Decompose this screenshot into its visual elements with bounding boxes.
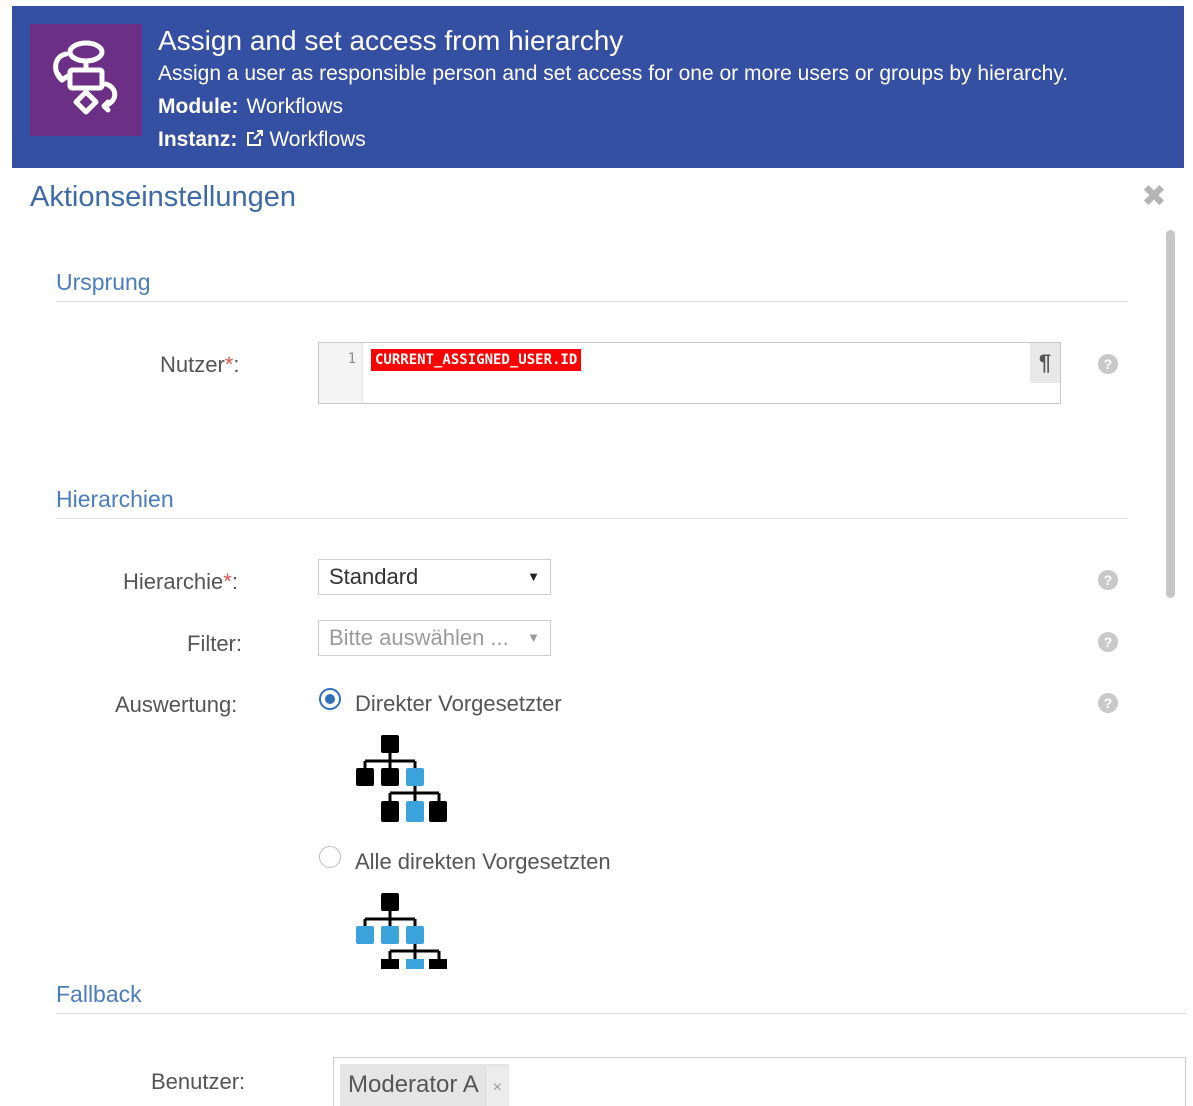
caret-down-icon: ▼ [527, 569, 540, 584]
nutzer-label-text: Nutzer [160, 352, 225, 377]
action-description: Assign a user as responsible person and … [158, 62, 1069, 85]
radio-label-direkter-vorgesetzter[interactable]: Direkter Vorgesetzter [355, 691, 562, 717]
help-icon[interactable]: ? [1098, 354, 1118, 374]
scrollbar-thumb[interactable] [1166, 230, 1175, 598]
nutzer-label: Nutzer*: [160, 352, 239, 378]
nutzer-code-editor[interactable]: 1 CURRENT_ASSIGNED_USER.ID ¶ [318, 342, 1061, 404]
label-colon: : [231, 569, 238, 594]
auswertung-label: Auswertung: [115, 692, 238, 717]
section-divider [56, 518, 1128, 519]
help-icon[interactable]: ? [1098, 632, 1118, 652]
section-divider [56, 1013, 1186, 1014]
filter-select[interactable]: Bitte auswählen ... ▼ [318, 620, 551, 656]
instanz-link[interactable]: Workflows [245, 128, 366, 154]
radio-direkter-vorgesetzter[interactable] [319, 688, 341, 710]
code-token[interactable]: CURRENT_ASSIGNED_USER.ID [371, 349, 582, 371]
tag-remove-icon[interactable]: × [484, 1067, 509, 1106]
caret-down-icon: ▼ [527, 630, 540, 645]
instanz-row: Instanz: Workflows [158, 128, 366, 154]
workflow-icon [30, 24, 142, 136]
help-icon[interactable]: ? [1098, 693, 1118, 713]
section-divider [56, 301, 1128, 302]
required-mark: * [223, 569, 232, 594]
all-direct-supervisors-hierarchy-icon [356, 893, 447, 969]
line-number: 1 [319, 343, 363, 403]
direct-supervisor-hierarchy-icon [356, 735, 447, 822]
user-tag-label: Moderator A [348, 1071, 479, 1098]
user-tag: Moderator A × [340, 1064, 509, 1106]
radio-alle-direkten-vorgesetzten[interactable] [319, 846, 341, 868]
hierarchie-select[interactable]: Standard ▼ [318, 559, 551, 595]
close-icon[interactable]: ✖ [1140, 182, 1168, 212]
instanz-value: Workflows [269, 128, 366, 151]
help-icon[interactable]: ? [1098, 570, 1118, 590]
hierarchie-label-text: Hierarchie [123, 569, 224, 594]
hierarchie-selected-value: Standard [329, 564, 419, 589]
module-value: Workflows [246, 95, 343, 118]
benutzer-tag-input[interactable]: Moderator A × [333, 1057, 1186, 1106]
hierarchie-label: Hierarchie*: [123, 569, 238, 595]
filter-placeholder: Bitte auswählen ... [329, 625, 509, 650]
radio-label-alle-direkten-vorgesetzten[interactable]: Alle direkten Vorgesetzten [355, 849, 611, 875]
benutzer-label: Benutzer: [151, 1069, 246, 1094]
section-title-hierarchien: Hierarchien [56, 486, 174, 512]
module-label: Module: [158, 95, 239, 118]
action-header-banner: Assign and set access from hierarchy Ass… [12, 6, 1184, 168]
module-row: Module: Workflows [158, 95, 343, 119]
action-title: Assign and set access from hierarchy [158, 25, 624, 56]
section-title-fallback: Fallback [56, 981, 142, 1007]
section-title-ursprung: Ursprung [56, 269, 151, 295]
instanz-label: Instanz: [158, 128, 238, 151]
modal-title: Aktionseinstellungen [30, 181, 297, 213]
pilcrow-button[interactable]: ¶ [1030, 343, 1060, 383]
label-colon: : [233, 352, 240, 377]
filter-label: Filter: [187, 631, 242, 656]
external-link-icon [245, 128, 265, 154]
